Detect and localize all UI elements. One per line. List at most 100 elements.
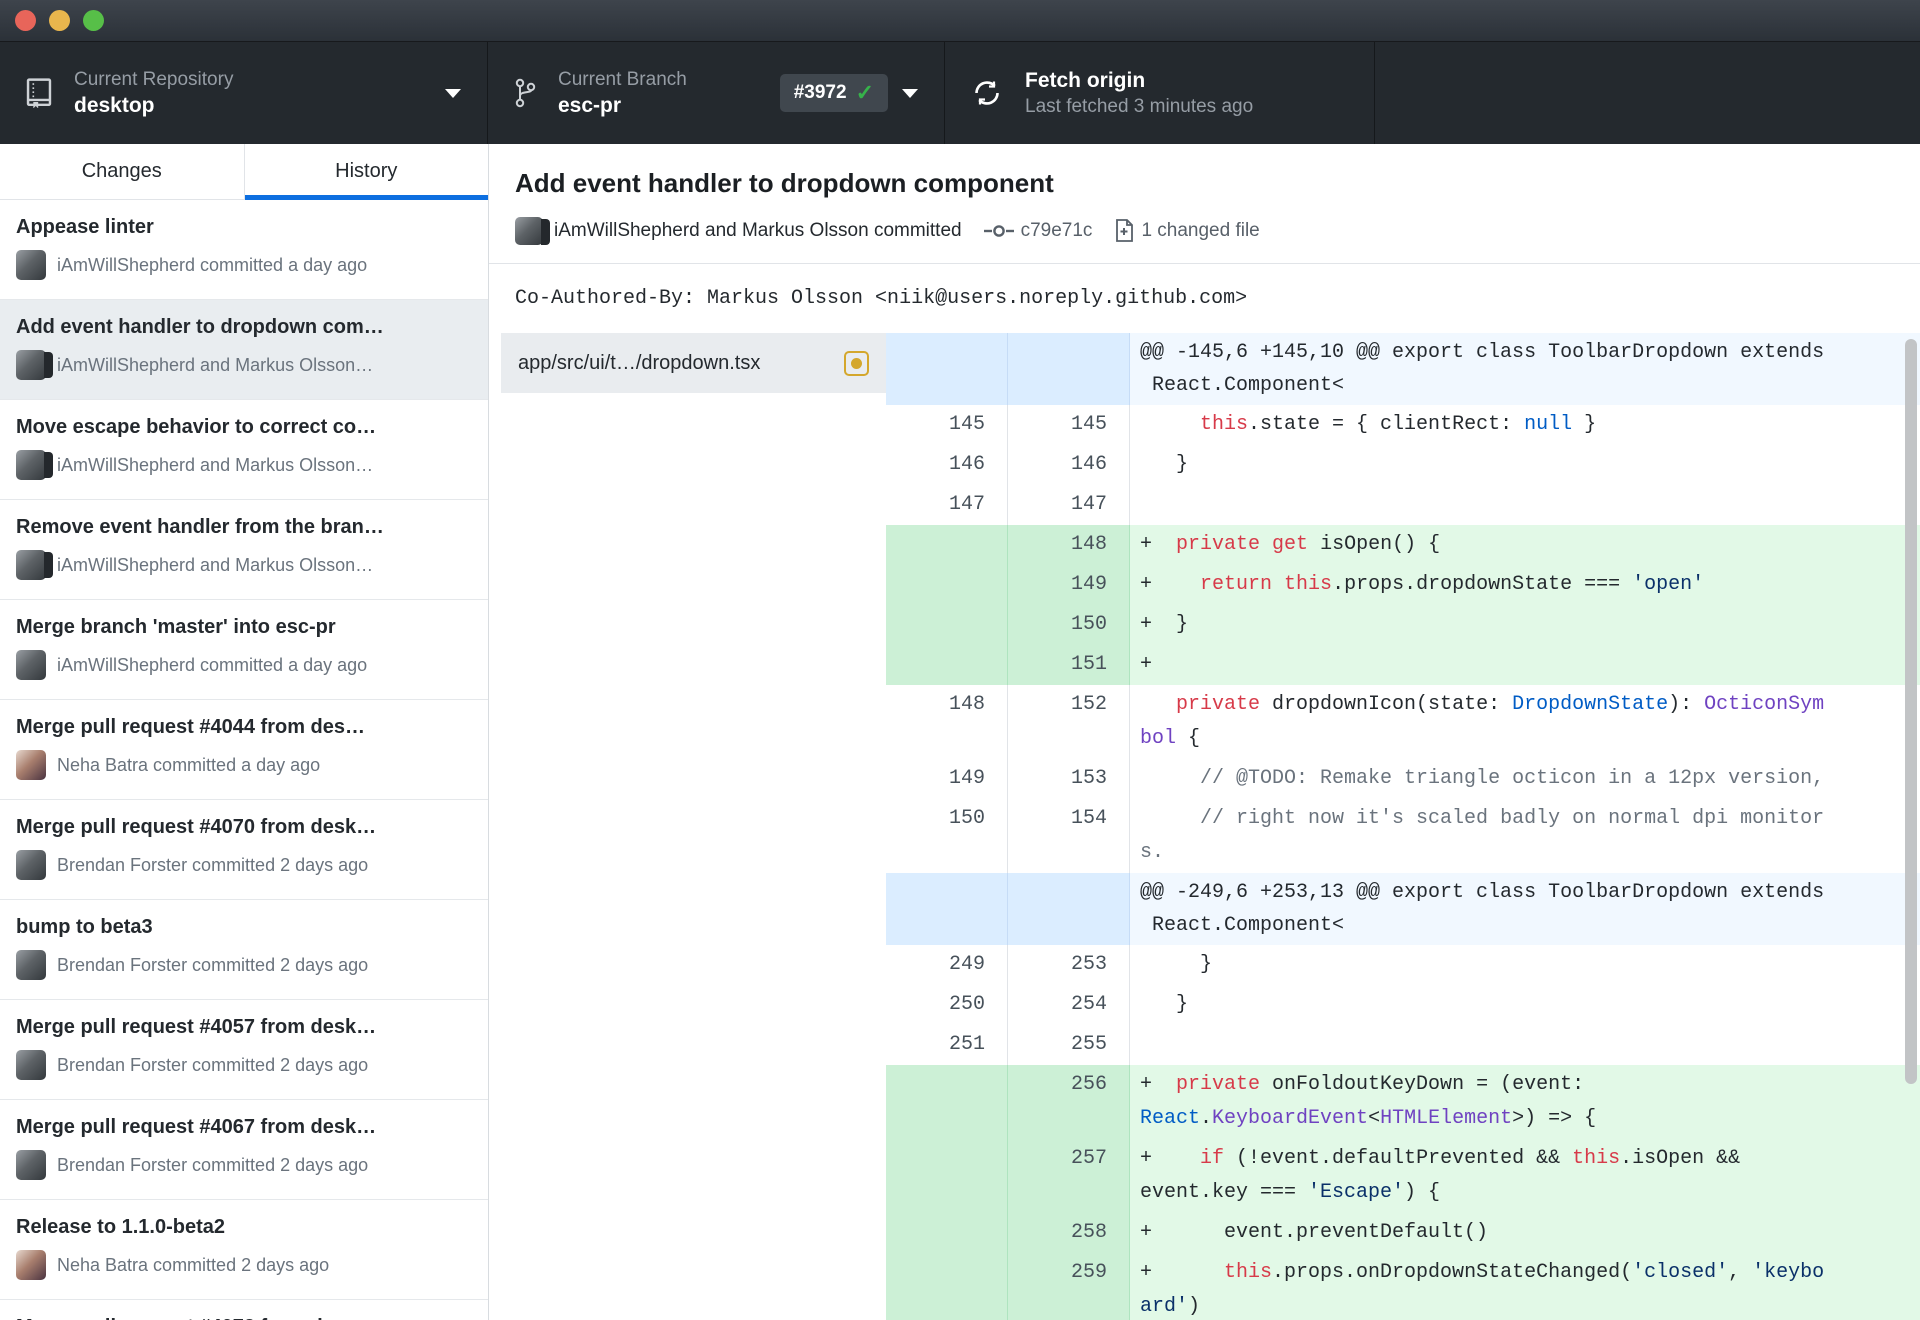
diff-code-line (1130, 485, 1920, 525)
diff-row[interactable]: 145 145 this.state = { clientRect: null } (886, 405, 1920, 445)
tab-history[interactable]: History (244, 144, 489, 200)
diff-code-line: this.state = { clientRect: null } (1200, 413, 1597, 436)
commit-list-item[interactable]: Appease linter iAmWillShepherd committed … (0, 200, 488, 300)
avatar (16, 950, 46, 980)
diff-code-line (1130, 1025, 1920, 1065)
diff-code-line: } (1140, 993, 1189, 1016)
sidebar: Changes History Appease linter iAmWillShe… (0, 144, 489, 1320)
diff-view[interactable]: @@ -145,6 +145,10 @@ export class Toolba… (886, 333, 1920, 1320)
diff-row[interactable]: 149 153 // @TODO: Remake triangle octicon… (886, 759, 1920, 799)
commit-list-item[interactable]: Release to 1.1.0-beta2 Neha Batra committ… (0, 1200, 488, 1300)
commit-list-item[interactable]: bump to beta3 Brendan Forster committed 2… (0, 900, 488, 1000)
diff-row[interactable]: 148 152 private dropdownIcon(state: Dropd… (886, 685, 1920, 759)
commit-list-item[interactable]: Merge pull request #4072 from d… (0, 1300, 488, 1320)
file-list-item[interactable]: app/src/ui/t…/dropdown.tsx (501, 333, 886, 393)
commit-list-item[interactable]: Merge pull request #4067 from desk… Brend… (0, 1100, 488, 1200)
commit-summary-title: Add event handler to dropdown component (515, 168, 1054, 198)
fetch-origin-button[interactable]: Fetch origin Last fetched 3 minutes ago (945, 42, 1375, 144)
diff-row[interactable]: 146 146 } (886, 445, 1920, 485)
commit-list-item[interactable]: Merge pull request #4044 from des… Neha B… (0, 700, 488, 800)
diff-row[interactable]: 147 147 (886, 485, 1920, 525)
commit-item-meta-text: iAmWillShepherd and Markus Olsson… (57, 354, 374, 375)
diff-row[interactable]: 258 + event.preventDefault() (886, 1213, 1920, 1253)
commit-item-meta: iAmWillShepherd committed a day ago (16, 250, 476, 280)
avatar (16, 1250, 46, 1280)
minimize-window-button[interactable] (49, 10, 70, 31)
diff-row[interactable]: 148 + private get isOpen() { (886, 525, 1920, 565)
commit-item-meta-text: iAmWillShepherd committed a day ago (57, 254, 368, 275)
current-repository-button[interactable]: Current Repository desktop (0, 42, 488, 144)
diff-row[interactable]: 150 + } (886, 605, 1920, 645)
diff-row[interactable]: 256 + private onFoldoutKeyDown = (event: … (886, 1065, 1920, 1139)
diff-old-line-number (886, 525, 1008, 565)
diff-new-line-number: 145 (1008, 405, 1130, 445)
avatar (16, 550, 53, 580)
diff-scrollbar[interactable] (1905, 339, 1917, 1084)
diff-code-line: + } (1130, 605, 1920, 645)
diff-new-line-number: 259 (1008, 1253, 1130, 1320)
diff-code-line: + private get isOpen() { (1130, 525, 1920, 565)
commit-item-meta-text: Neha Batra committed a day ago (57, 754, 321, 775)
avatar (16, 450, 53, 480)
tab-changes[interactable]: Changes (0, 144, 245, 199)
changed-files-chunk: 1 changed file (1114, 219, 1260, 243)
branch-label: Current Branch (558, 68, 687, 90)
avatar (16, 250, 46, 280)
diff-code-line: } (1140, 453, 1189, 476)
commit-item-meta-text: Brendan Forster committed 2 days ago (57, 954, 369, 975)
content: Changes History Appease linter iAmWillShe… (0, 144, 1920, 1320)
changed-files-count: 1 changed file (1141, 220, 1260, 241)
sync-icon (971, 77, 1003, 109)
avatar (16, 650, 46, 680)
commit-list-item[interactable]: Remove event handler from the bran… iAmWi… (0, 500, 488, 600)
diff-row[interactable]: 151 + (886, 645, 1920, 685)
diff-area: app/src/ui/t…/dropdown.tsx @@ -145,6 +14… (489, 333, 1920, 1320)
diff-row[interactable]: 257 + if (!event.defaultPrevented && this… (886, 1139, 1920, 1213)
diff-code-line: + event.preventDefault() (1130, 1213, 1920, 1253)
commit-item-title: Remove event handler from the bran… (16, 516, 384, 538)
commit-item-meta: Brendan Forster committed 2 days ago (16, 850, 476, 880)
diff-row[interactable]: 259 + this.props.onDropdownStateChanged('… (886, 1253, 1920, 1320)
diff-row[interactable]: @@ -249,6 +253,13 @@ export class Toolba… (886, 873, 1920, 945)
commit-list-item[interactable]: Move escape behavior to correct co… iAmWi… (0, 400, 488, 500)
commit-item-title: Merge pull request #4067 from desk… (16, 1116, 377, 1138)
avatar (16, 1150, 46, 1180)
commit-list-item[interactable]: Merge pull request #4057 from desk… Brend… (0, 1000, 488, 1100)
commit-item-meta-text: iAmWillShepherd and Markus Olsson… (57, 454, 374, 475)
commit-item-title: Merge pull request #4070 from desk… (16, 816, 377, 838)
diff-row[interactable]: 149 + return this.props.dropdownState ===… (886, 565, 1920, 605)
commit-item-meta: iAmWillShepherd committed a day ago (16, 650, 476, 680)
diff-new-line-number: 257 (1008, 1139, 1130, 1213)
diff-new-line-number: 147 (1008, 485, 1130, 525)
commit-list-item[interactable]: Add event handler to dropdown com… iAmWil… (0, 300, 488, 400)
repository-text: Current Repository desktop (74, 69, 431, 118)
diff-code-line: // @TODO: Remake triangle octicon in a 1… (1200, 767, 1825, 790)
diff-row[interactable]: 249 253 } (886, 945, 1920, 985)
commit-item-title: Merge pull request #4072 from d… (16, 1316, 476, 1320)
diff-new-line-number: 254 (1008, 985, 1130, 1025)
diff-row[interactable]: 250 254 } (886, 985, 1920, 1025)
commit-sha: c79e71c (1020, 220, 1093, 241)
diff-old-line-number (886, 565, 1008, 605)
commit-list-item[interactable]: Merge pull request #4070 from desk… Brend… (0, 800, 488, 900)
avatar (16, 1050, 46, 1080)
diff-row[interactable]: 150 154 // right now it's scaled badly on… (886, 799, 1920, 873)
close-window-button[interactable] (15, 10, 36, 31)
commit-header: Add event handler to dropdown component … (489, 144, 1920, 264)
zoom-window-button[interactable] (83, 10, 104, 31)
commit-item-meta: Neha Batra committed 2 days ago (16, 1250, 476, 1280)
chevron-down-icon (902, 88, 918, 98)
current-branch-button[interactable]: Current Branch esc-pr #3972 ✓ (488, 42, 945, 144)
diff-old-line-number: 251 (886, 1025, 1008, 1065)
diff-row[interactable]: @@ -145,6 +145,10 @@ export class Toolba… (886, 333, 1920, 405)
diff-old-line-number (886, 1213, 1008, 1253)
diff-new-line-number: 253 (1008, 945, 1130, 985)
commit-item-title: Appease linter (16, 216, 154, 238)
changed-file-icon (1116, 219, 1134, 242)
commit-list-item[interactable]: Merge branch 'master' into esc-pr iAmWill… (0, 600, 488, 700)
diff-old-line-number: 149 (886, 759, 1008, 799)
diff-code-line: + if (!event.defaultPrevented && this.is… (1130, 1139, 1920, 1213)
diff-row[interactable]: 251 255 (886, 1025, 1920, 1065)
diff-old-line-number: 150 (886, 799, 1008, 873)
diff-new-line-number: 146 (1008, 445, 1130, 485)
